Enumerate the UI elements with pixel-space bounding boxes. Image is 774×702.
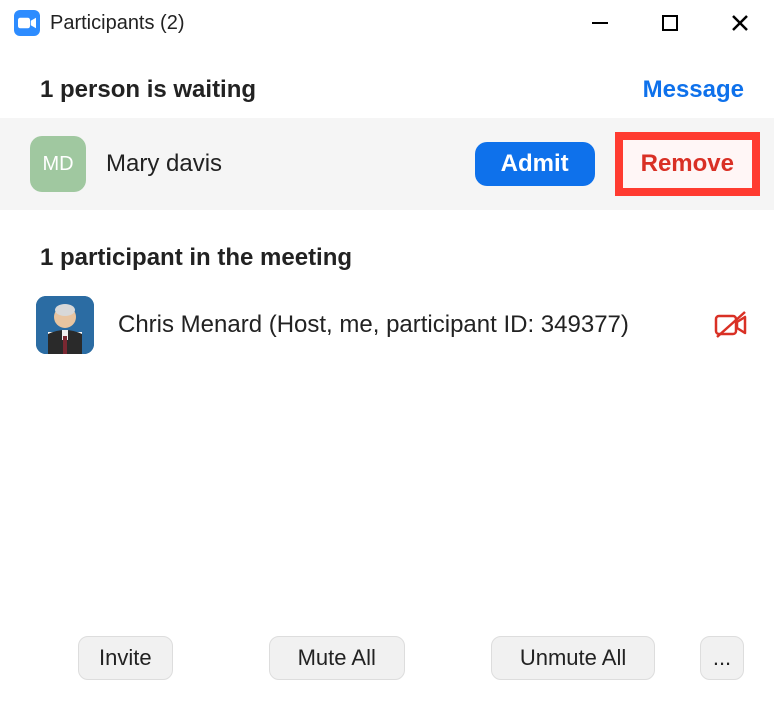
admit-button[interactable]: Admit <box>475 142 595 186</box>
mute-all-button[interactable]: Mute All <box>269 636 405 680</box>
window-title: Participants (2) <box>50 12 580 35</box>
remove-highlight-box: Remove <box>615 132 760 196</box>
video-off-icon <box>714 308 748 342</box>
waiting-participant-name: Mary davis <box>106 150 455 178</box>
remove-button[interactable]: Remove <box>633 146 742 182</box>
zoom-camera-icon <box>14 10 40 36</box>
participant-row: Chris Menard (Host, me, participant ID: … <box>0 286 774 364</box>
waiting-room-header: 1 person is waiting Message <box>0 46 774 118</box>
window-controls <box>580 8 760 38</box>
more-options-button[interactable]: ... <box>700 636 744 680</box>
participant-name: Chris Menard (Host, me, participant ID: … <box>118 311 690 339</box>
waiting-room-title: 1 person is waiting <box>40 76 256 104</box>
invite-button[interactable]: Invite <box>78 636 173 680</box>
waiting-participant-row: MD Mary davis Admit Remove <box>0 118 774 210</box>
unmute-all-button[interactable]: Unmute All <box>491 636 655 680</box>
message-button[interactable]: Message <box>643 76 744 104</box>
avatar <box>36 296 94 354</box>
avatar-initials: MD <box>30 136 86 192</box>
footer-toolbar: Invite Mute All Unmute All ... <box>0 618 774 702</box>
title-bar: Participants (2) <box>0 0 774 46</box>
minimize-button[interactable] <box>580 8 620 38</box>
close-button[interactable] <box>720 8 760 38</box>
maximize-button[interactable] <box>650 8 690 38</box>
meeting-section-title: 1 participant in the meeting <box>0 210 774 286</box>
